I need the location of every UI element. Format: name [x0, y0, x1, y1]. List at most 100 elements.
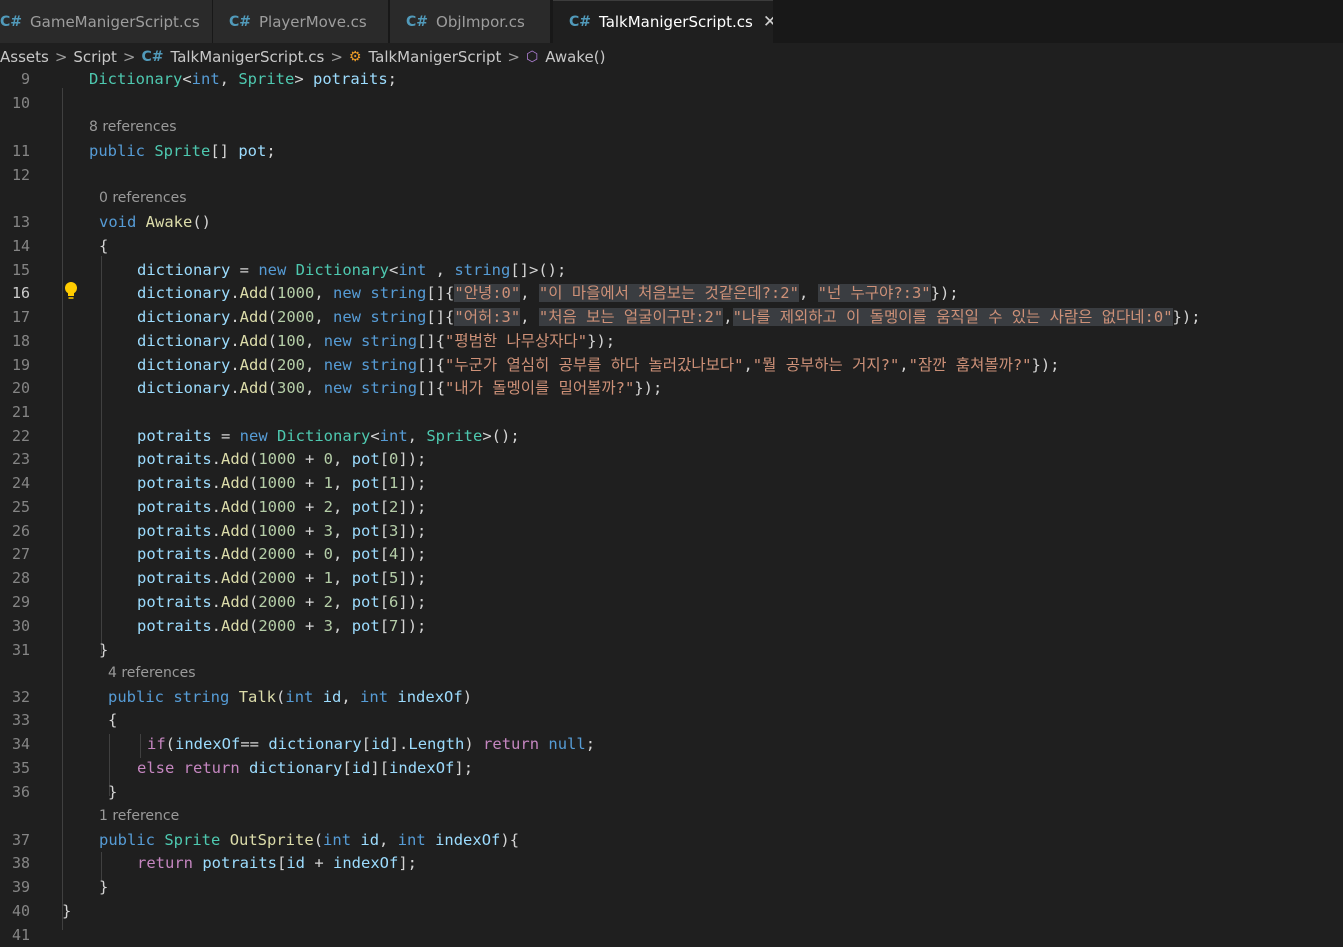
code-line[interactable]: 41: [0, 923, 1343, 947]
tab-gamemanigerscript[interactable]: C# GameManigerScript.cs: [0, 0, 212, 43]
code-line[interactable]: 35 else return dictionary[id][indexOf];: [0, 756, 1343, 780]
code-text[interactable]: dictionary.Add(2000, new string[]{"어허:3"…: [137, 305, 1201, 329]
code-line[interactable]: 23 potraits.Add(1000 + 0, pot[0]);: [0, 447, 1343, 471]
code-line[interactable]: 28 potraits.Add(2000 + 1, pot[5]);: [0, 566, 1343, 590]
code-text[interactable]: potraits.Add(1000 + 0, pot[0]);: [137, 447, 426, 471]
code-text[interactable]: return potraits[id + indexOf];: [137, 851, 417, 875]
code-lens-references[interactable]: 8 references: [89, 115, 177, 139]
code-text[interactable]: {: [99, 234, 108, 258]
code-line[interactable]: 39}: [0, 875, 1343, 899]
code-line[interactable]: 15 dictionary = new Dictionary<int , stri…: [0, 258, 1343, 282]
tab-objimpor[interactable]: C# ObjImpor.cs: [390, 0, 550, 43]
code-token: int: [360, 688, 389, 706]
code-text[interactable]: potraits.Add(2000 + 1, pot[5]);: [137, 566, 426, 590]
code-line[interactable]: 33 {: [0, 708, 1343, 732]
code-text[interactable]: potraits.Add(2000 + 3, pot[7]);: [137, 614, 426, 638]
code-token: .: [211, 474, 221, 492]
line-number: 18: [11, 332, 30, 350]
code-line[interactable]: 29 potraits.Add(2000 + 2, pot[6]);: [0, 590, 1343, 614]
code-token: ,: [341, 688, 361, 706]
code-line[interactable]: 13 void Awake(): [0, 210, 1343, 234]
code-text[interactable]: public Sprite OutSprite(int id, int inde…: [99, 828, 519, 852]
code-text[interactable]: {: [108, 708, 117, 732]
code-lens-references[interactable]: 0 references: [99, 186, 187, 210]
code-line[interactable]: 14 {: [0, 234, 1343, 258]
code-token: 0: [323, 545, 334, 563]
breadcrumb-item-assets[interactable]: Assets: [0, 48, 49, 66]
code-line[interactable]: 21: [0, 400, 1343, 424]
code-line[interactable]: 38 return potraits[id + indexOf];: [0, 851, 1343, 875]
code-token: 1000: [258, 474, 296, 492]
code-text[interactable]: dictionary.Add(1000, new string[]{"안녕:0"…: [137, 281, 959, 305]
code-text[interactable]: dictionary.Add(200, new string[]{"누군가 열심…: [137, 353, 1060, 377]
code-text[interactable]: potraits.Add(2000 + 2, pot[6]);: [137, 590, 426, 614]
line-number: 31: [11, 641, 30, 659]
code-line[interactable]: 17 dictionary.Add(2000, new string[]{"어허:…: [0, 305, 1343, 329]
code-editor[interactable]: 8 references 0 references 4 references 1…: [0, 67, 1343, 944]
code-token: });: [587, 332, 616, 350]
code-text[interactable]: public Sprite[] pot;: [89, 139, 276, 163]
code-text[interactable]: potraits.Add(2000 + 0, pot[4]);: [137, 542, 426, 566]
code-text[interactable]: Dictionary<int, Sprite> potraits;: [89, 67, 397, 91]
code-text[interactable]: potraits.Add(1000 + 1, pot[1]);: [137, 471, 426, 495]
code-text[interactable]: public string Talk(int id, int indexOf): [108, 685, 472, 709]
code-line[interactable]: 22 potraits = new Dictionary<int, Sprite>…: [0, 424, 1343, 448]
code-text[interactable]: else return dictionary[id][indexOf];: [137, 756, 473, 780]
code-line[interactable]: 32 public string Talk(int id, int indexOf…: [0, 685, 1343, 709]
code-line[interactable]: 31}: [0, 638, 1343, 662]
close-icon[interactable]: ✕: [763, 12, 773, 32]
code-line[interactable]: 24 potraits.Add(1000 + 1, pot[1]);: [0, 471, 1343, 495]
code-text[interactable]: }: [99, 638, 108, 662]
line-number: 35: [11, 759, 30, 777]
code-line[interactable]: 10: [0, 91, 1343, 115]
code-text[interactable]: }: [99, 875, 108, 899]
code-line[interactable]: 27 potraits.Add(2000 + 0, pot[4]);: [0, 542, 1343, 566]
code-text[interactable]: }: [108, 780, 117, 804]
code-line[interactable]: 40}: [0, 899, 1343, 923]
code-token: Add: [221, 522, 249, 540]
code-text[interactable]: dictionary = new Dictionary<int , string…: [137, 258, 566, 282]
code-text[interactable]: dictionary.Add(300, new string[]{"내가 돌멩이…: [137, 376, 662, 400]
code-text[interactable]: void Awake(): [99, 210, 211, 234]
code-lens-references[interactable]: 1 reference: [99, 804, 179, 828]
code-token: ][: [370, 759, 390, 777]
line-number: 12: [11, 166, 30, 184]
breadcrumb-item-script[interactable]: Script: [73, 48, 117, 66]
tab-playermove[interactable]: C# PlayerMove.cs: [213, 0, 388, 43]
code-line[interactable]: 20 dictionary.Add(300, new string[]{"내가 돌…: [0, 376, 1343, 400]
code-line[interactable]: 12: [0, 163, 1343, 187]
code-text[interactable]: }: [62, 899, 71, 923]
code-token: Awake: [145, 213, 193, 231]
code-token: id: [351, 759, 371, 777]
code-line[interactable]: 37 public Sprite OutSprite(int id, int in…: [0, 828, 1343, 852]
breadcrumb-item-file[interactable]: TalkManigerScript.cs: [171, 48, 325, 66]
code-line[interactable]: 30 potraits.Add(2000 + 3, pot[7]);: [0, 614, 1343, 638]
breadcrumb-item-method[interactable]: Awake(): [545, 48, 605, 66]
code-token: (: [313, 831, 324, 849]
code-line[interactable]: 18 dictionary.Add(100, new string[]{"평범한 …: [0, 329, 1343, 353]
code-line[interactable]: 9 Dictionary<int, Sprite> potraits;: [0, 67, 1343, 91]
code-text[interactable]: dictionary.Add(100, new string[]{"평범한 나무…: [137, 329, 615, 353]
code-line[interactable]: 36}: [0, 780, 1343, 804]
code-line[interactable]: 16 dictionary.Add(1000, new string[]{"안녕:…: [0, 281, 1343, 305]
code-token: ;: [266, 142, 276, 160]
code-token: "안녕:0": [454, 284, 521, 302]
code-text[interactable]: potraits.Add(1000 + 3, pot[3]);: [137, 519, 426, 543]
line-number: 38: [11, 854, 30, 872]
code-token: "내가 돌멩이를 밀어볼까?": [445, 379, 635, 397]
code-text[interactable]: if(indexOf== dictionary[id].Length) retu…: [147, 732, 595, 756]
code-line[interactable]: 25 potraits.Add(1000 + 2, pot[2]);: [0, 495, 1343, 519]
code-line[interactable]: 11 public Sprite[] pot;: [0, 139, 1343, 163]
code-lens-references[interactable]: 4 references: [108, 661, 196, 685]
code-line[interactable]: 19 dictionary.Add(200, new string[]{"누군가 …: [0, 353, 1343, 377]
code-token: ,: [379, 831, 398, 849]
code-token: OutSprite: [229, 831, 314, 849]
breadcrumb-item-class[interactable]: TalkManigerScript: [368, 48, 501, 66]
code-text[interactable]: potraits.Add(1000 + 2, pot[2]);: [137, 495, 426, 519]
code-line[interactable]: 26 potraits.Add(1000 + 3, pot[3]);: [0, 519, 1343, 543]
tab-talkmanigerscript[interactable]: C# TalkManigerScript.cs ✕: [553, 0, 773, 43]
code-line[interactable]: 34 if(indexOf== dictionary[id].Length) re…: [0, 732, 1343, 756]
code-text[interactable]: potraits = new Dictionary<int, Sprite>()…: [137, 424, 520, 448]
